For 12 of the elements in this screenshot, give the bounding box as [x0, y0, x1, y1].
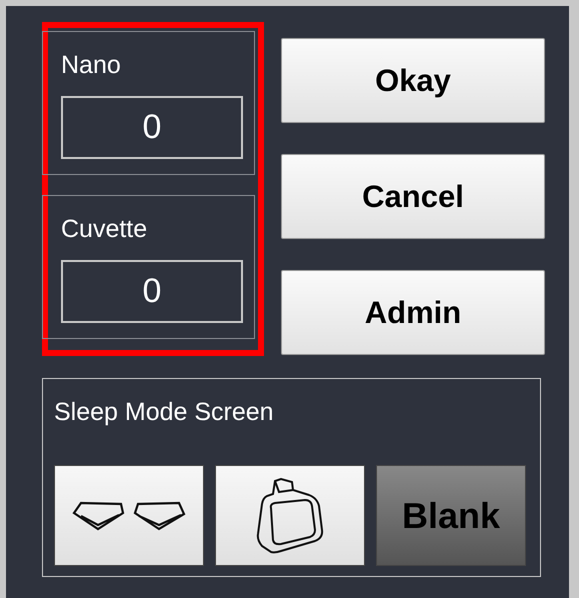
lenses-option-button[interactable]	[54, 465, 204, 566]
counter-label: Cuvette	[61, 214, 148, 244]
counter-field[interactable]: 0	[61, 260, 243, 323]
counter-label: Nano	[61, 50, 122, 80]
blank-option-button[interactable]: Blank	[376, 465, 526, 566]
action-button[interactable]: Admin	[281, 270, 545, 355]
cuvette-option-button[interactable]	[215, 465, 365, 566]
action-button[interactable]: Cancel	[281, 154, 545, 239]
action-button[interactable]: Okay	[281, 38, 545, 123]
lenses-icon	[71, 500, 187, 530]
counter-field[interactable]: 0	[61, 96, 243, 159]
sleep-mode-title: Sleep Mode Screen	[54, 397, 275, 427]
